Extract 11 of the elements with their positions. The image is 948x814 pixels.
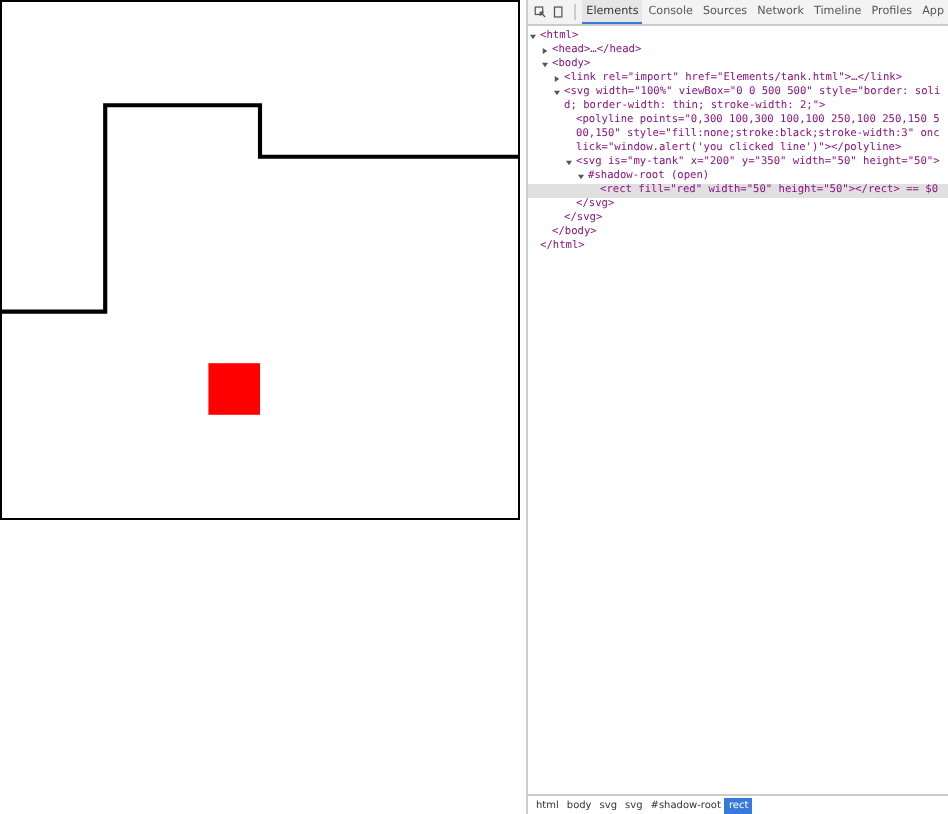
disclosure-triangle-icon[interactable] <box>542 62 548 68</box>
disclosure-triangle-icon[interactable] <box>578 174 584 180</box>
disclosure-triangle-icon[interactable] <box>554 76 560 82</box>
disclosure-triangle-icon[interactable] <box>566 160 572 166</box>
line-drawing[interactable] <box>2 103 518 314</box>
square-shape <box>208 363 260 415</box>
device-icon[interactable] <box>552 4 565 20</box>
disclosure-triangle-icon[interactable] <box>554 90 560 96</box>
disclosure-triangle-icon[interactable] <box>542 48 548 54</box>
inspect-icon[interactable] <box>534 4 547 20</box>
disclosure-triangle-icon[interactable] <box>530 34 536 40</box>
